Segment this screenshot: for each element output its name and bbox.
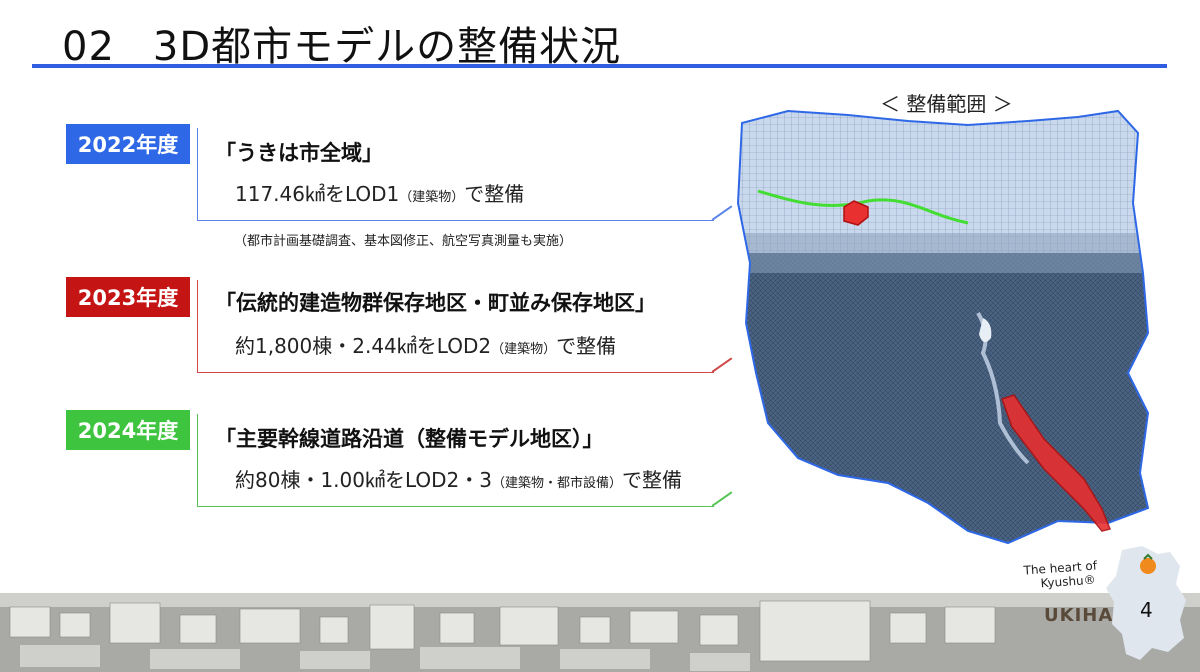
logo-tagline: The heart of Kyushu®: [1023, 558, 1098, 591]
page-number: 4: [1140, 598, 1153, 622]
detail-end: で整備: [622, 468, 683, 492]
section-detail-2023: 約1,800棟・2.44㎢をLOD2（建築物）で整備: [235, 330, 616, 359]
logo-wordmark: UKIHA: [1044, 605, 1114, 626]
detail-small: （建築物）: [491, 342, 557, 357]
detail-small: （建築物・都市設備）: [492, 476, 623, 491]
detail-main: 117.46㎢をLOD1: [235, 182, 400, 206]
coverage-map: [736, 109, 1150, 545]
detail-main: 約80棟・1.00㎢をLOD2・3: [235, 468, 493, 492]
year-badge-2022: 2022年度: [66, 124, 190, 164]
section-heading-2023: 「伝統的建造物群保存地区・町並み保存地区」: [215, 291, 656, 315]
section-detail-2022: 117.46㎢をLOD1（建築物）で整備: [235, 178, 524, 207]
year-badge-2023: 2023年度: [66, 277, 190, 317]
detail-small: （建築物）: [399, 190, 465, 205]
section-heading-2024: 「主要幹線道路沿道（整備モデル地区）」: [215, 427, 604, 451]
detail-end: で整備: [464, 182, 525, 206]
year-badge-2024: 2024年度: [66, 410, 190, 450]
detail-main: 約1,800棟・2.44㎢をLOD2: [235, 334, 492, 358]
section-note-2022: （都市計画基礎調査、基本図修正、航空写真測量も実施）: [234, 234, 573, 249]
detail-end: で整備: [556, 334, 617, 358]
section-detail-2024: 約80棟・1.00㎢をLOD2・3（建築物・都市設備）で整備: [235, 464, 682, 493]
title-underline: [32, 64, 1167, 68]
section-heading-2022: 「うきは市全域」: [215, 141, 383, 165]
